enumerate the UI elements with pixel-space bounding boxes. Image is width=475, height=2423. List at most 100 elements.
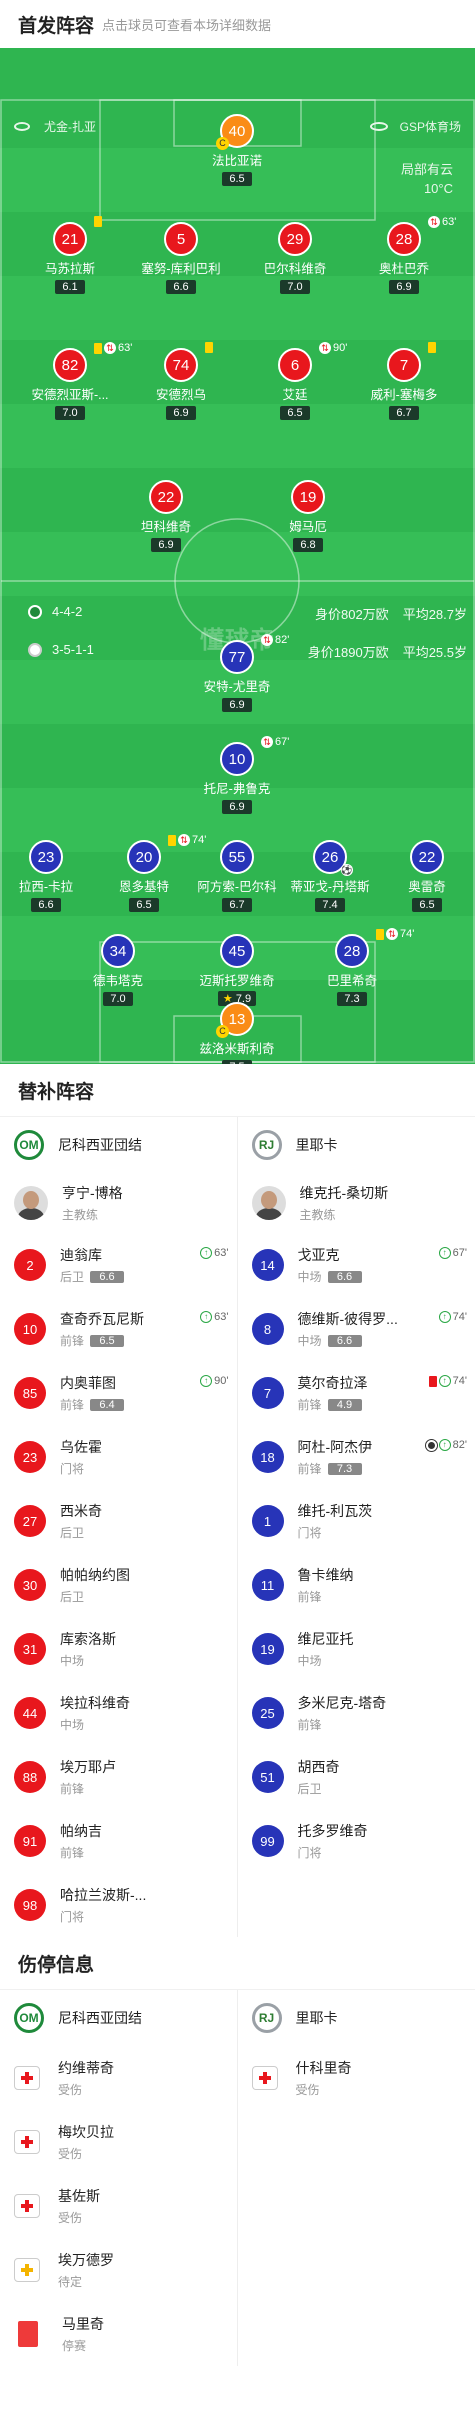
injury-row[interactable]: 马里奇 停赛 <box>0 2302 237 2366</box>
sub-player-info: 查奇乔瓦尼斯 前锋 6.5 <box>60 1309 144 1349</box>
home-player[interactable]: 22 坦科维奇 6.9 <box>106 480 226 553</box>
player-number-circle: 6 <box>278 348 312 382</box>
sub-player-info: 维尼亚托 中场 <box>298 1629 354 1669</box>
away-age: 平均25.5岁 <box>402 645 467 660</box>
player-number-badge: 98 <box>14 1889 46 1921</box>
injury-row[interactable]: 什科里奇 受伤 <box>238 2046 475 2110</box>
sub-player-row[interactable]: 30 帕帕纳约图 后卫 <box>0 1553 237 1617</box>
player-number-circle: 5 <box>164 222 198 256</box>
sub-player-row[interactable]: 31 库索洛斯 中场 <box>0 1617 237 1681</box>
player-events: ⇅ 82' <box>261 634 289 646</box>
sub-player-row[interactable]: 98 哈拉兰波斯-... 门将 <box>0 1873 237 1937</box>
sub-player-row[interactable]: 91 帕纳吉 前锋 <box>0 1809 237 1873</box>
substitution-icon: ⇅ <box>261 634 273 646</box>
home-injury-list: 约维蒂奇 受伤 梅坎贝拉 受伤 基佐斯 受伤 埃万德罗 待定 马里奇 停赛 <box>0 2046 237 2366</box>
away-subs: RJ 里耶卡 维克托-桑切斯 主教练 14 戈亚克 中场 6.6 ↑ 67' 8 德维斯-彼得… <box>238 1117 475 1937</box>
player-number-badge: 11 <box>251 1569 284 1601</box>
player-number-badge: 8 <box>251 1313 284 1345</box>
player-number-badge: 23 <box>14 1441 46 1473</box>
home-player[interactable]: 82 ⇅ 63' 安德烈亚斯-... 7.0 <box>10 342 132 421</box>
substitution-icon: ⇅ <box>319 342 331 354</box>
player-name: 埃拉科维奇 <box>60 1695 130 1711</box>
player-number: 26 <box>321 848 339 866</box>
sub-player-row[interactable]: 44 埃拉科维奇 中场 <box>0 1681 237 1745</box>
home-team-row[interactable]: OM 尼科西亚団结 <box>0 1117 237 1173</box>
substitution-icon: ⇅ <box>386 928 398 940</box>
player-position: 前锋 <box>297 1590 322 1604</box>
away-player[interactable]: 10 ⇅ 67' 托尼-弗鲁克 6.9 <box>177 736 297 815</box>
player-rating: 6.9 <box>389 280 419 294</box>
sub-player-row[interactable]: 27 西米奇 后卫 <box>0 1489 237 1553</box>
lineup-title: 首发阵容 <box>18 15 95 37</box>
away-team-name: 里耶卡 <box>295 2010 338 2026</box>
sub-player-row[interactable]: 10 查奇乔瓦尼斯 前锋 6.5 ↑ 63' <box>0 1297 237 1361</box>
away-coach[interactable]: 维克托-桑切斯 主教练 <box>238 1173 475 1233</box>
sub-minute: 82' <box>275 634 290 646</box>
injury-columns: OM 尼科西亚団结 约维蒂奇 受伤 梅坎贝拉 受伤 基佐斯 受伤 埃万德罗 待定 马里奇 停赛 R… <box>0 1989 475 2366</box>
player-name: 戈亚克 <box>297 1247 340 1263</box>
sub-player-row[interactable]: 99 托多罗维奇 门将 <box>238 1809 475 1873</box>
home-player[interactable]: 21 马苏拉斯 6.1 <box>10 216 130 295</box>
goal-ball-icon <box>425 1439 437 1451</box>
player-meta: 前锋 6.5 <box>60 1332 144 1349</box>
player-name: 梅坎贝拉 <box>58 2124 114 2140</box>
player-name: 埃万耶卢 <box>60 1759 116 1775</box>
sub-player-row[interactable]: 19 维尼亚托 中场 <box>238 1617 475 1681</box>
player-number-circle: 23 <box>29 840 63 874</box>
sub-player-row[interactable]: 51 胡西奇 后卫 <box>238 1745 475 1809</box>
home-player[interactable]: 28 ⇅ 63' 奥杜巴乔 6.9 <box>344 216 464 295</box>
rating-value: 6.7 <box>396 407 412 419</box>
home-team-row[interactable]: OM 尼科西亚団结 <box>0 1990 237 2046</box>
away-team-row[interactable]: RJ 里耶卡 <box>238 1117 475 1173</box>
player-number: 5 <box>176 230 186 248</box>
away-player[interactable]: 77 ⇅ 82' 安特-尤里奇 6.9 <box>177 634 297 713</box>
sub-event: ↑ 90' <box>200 1375 229 1387</box>
sub-player-row[interactable]: 1 维托-利瓦茨 门将 <box>238 1489 475 1553</box>
home-player[interactable]: 7 威利-塞梅多 6.7 <box>344 342 464 421</box>
sub-player-row[interactable]: 85 内奥菲图 前锋 6.4 ↑ 90' <box>0 1361 237 1425</box>
home-player[interactable]: 40 C 法比亚诺 6.5 <box>177 114 297 187</box>
home-player[interactable]: 74 安德烈乌 6.9 <box>121 342 241 421</box>
away-player[interactable]: 34 德韦塔克 7.0 <box>58 934 178 1007</box>
away-team-row[interactable]: RJ 里耶卡 <box>238 1990 475 2046</box>
sub-player-row[interactable]: 25 多米尼克-塔奇 前锋 <box>238 1681 475 1745</box>
player-number-circle: 29 <box>278 222 312 256</box>
player-name: 基佐斯 <box>58 2188 100 2204</box>
injury-row[interactable]: 约维蒂奇 受伤 <box>0 2046 237 2110</box>
injury-row[interactable]: 埃万德罗 待定 <box>0 2238 237 2302</box>
away-player[interactable]: 45 迈斯托罗维奇 ★ 7.9 <box>177 934 297 1007</box>
sub-player-row[interactable]: 11 鲁卡维纳 前锋 <box>238 1553 475 1617</box>
player-rating: 7.3 <box>327 1462 362 1475</box>
sub-player-info: 鲁卡维纳 前锋 <box>298 1565 354 1605</box>
home-player[interactable]: 29 巴尔科维奇 7.0 <box>235 222 355 295</box>
away-player[interactable]: 28 ⇅ 74' 巴里希奇 7.3 <box>292 928 414 1007</box>
home-player[interactable]: 6 ⇅ 90' 艾廷 6.5 <box>235 342 355 421</box>
sub-player-row[interactable]: 23 乌佐霍 门将 <box>0 1425 237 1489</box>
pitch: 尤金-扎亚 GSP体育场 局部有云 10°C 懂球帝 4-4-2 身价802万欧… <box>0 48 475 1064</box>
away-formation: 3-5-1-1 <box>28 642 94 657</box>
sub-in-icon: ↑ <box>438 1247 451 1259</box>
yellow-card-icon <box>205 342 213 353</box>
sub-player-row[interactable]: 18 阿杜-阿杰伊 前锋 7.3 ↑ 82' <box>238 1425 475 1489</box>
player-number-badge: 14 <box>251 1249 284 1281</box>
away-player[interactable]: 22 奥雷奇 6.5 <box>367 840 475 913</box>
home-team-logo: OM <box>14 2003 44 2033</box>
home-player[interactable]: 5 塞努-库利巴利 6.6 <box>121 222 241 295</box>
sub-player-row[interactable]: 7 莫尔奇拉泽 前锋 4.9 ↑ 74' <box>238 1361 475 1425</box>
sub-player-row[interactable]: 14 戈亚克 中场 6.6 ↑ 67' <box>238 1233 475 1297</box>
away-player[interactable]: 13C 兹洛米斯利奇 7.5 <box>177 1002 297 1064</box>
injury-row[interactable]: 基佐斯 受伤 <box>0 2174 237 2238</box>
player-meta: 门将 <box>60 1460 102 1477</box>
sub-player-row[interactable]: 88 埃万耶卢 前锋 <box>0 1745 237 1809</box>
home-coach[interactable]: 亨宁-博格 主教练 <box>0 1173 237 1233</box>
player-name: 威利-塞梅多 <box>370 388 438 402</box>
substitution-icon: ⇅ <box>428 216 440 228</box>
home-player[interactable]: 19 姆马厄 6.8 <box>248 480 368 553</box>
player-number-badge: 1 <box>251 1505 284 1537</box>
captain-icon: C <box>216 1025 229 1038</box>
injury-row[interactable]: 梅坎贝拉 受伤 <box>0 2110 237 2174</box>
rating-value: 7.5 <box>229 1061 244 1064</box>
sub-player-row[interactable]: 2 迪翁库 后卫 6.6 ↑ 63' <box>0 1233 237 1297</box>
sub-player-row[interactable]: 8 德维斯-彼得罗... 中场 6.6 ↑ 74' <box>238 1297 475 1361</box>
player-number: 28 <box>395 230 413 248</box>
